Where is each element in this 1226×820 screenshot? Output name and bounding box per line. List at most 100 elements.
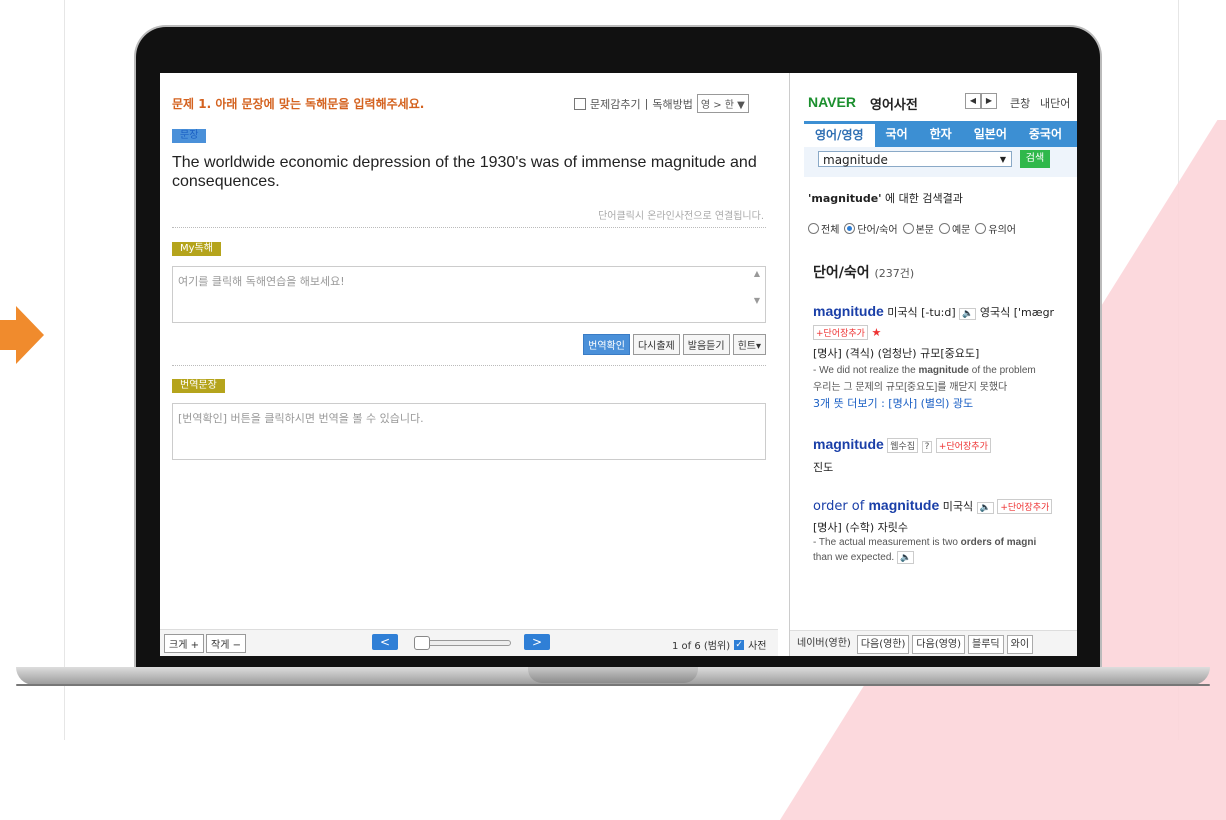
- bigger-button[interactable]: 크게 +: [164, 634, 204, 653]
- hint-button[interactable]: 힌트▾: [732, 334, 766, 355]
- filter-all[interactable]: 전체: [808, 221, 839, 236]
- smaller-button[interactable]: 작게 −: [206, 634, 246, 653]
- question-title: 문제 1. 아래 문장에 맞는 독해문을 입력해주세요.: [172, 97, 425, 111]
- dictionary-panel: NAVER 영어사전 ◀ ▶ 큰창 내단어 영어/영영 국어 한자 일본어 중국…: [789, 73, 1077, 656]
- method-label: 독해방법: [652, 97, 693, 111]
- entry-1-word[interactable]: magnitude: [813, 303, 884, 319]
- sentence-text[interactable]: The worldwide economic depression of the…: [172, 153, 772, 191]
- click-hint: 단어클릭시 온라인사전으로 연결됩니다.: [598, 211, 764, 222]
- tab-hanja[interactable]: 한자: [919, 121, 963, 147]
- naver-logo[interactable]: NAVER: [808, 94, 856, 110]
- star-icon[interactable]: ★: [871, 326, 881, 339]
- section-title: 단어/숙어 (237건): [813, 265, 915, 281]
- my-words-link[interactable]: 내단어: [1040, 95, 1070, 111]
- entry-3-header: order of magnitude 미국식 🔈 +단어장추가: [813, 497, 1053, 514]
- laptop-screen: 문제 1. 아래 문장에 맞는 독해문을 입력해주세요. 문제감추기 | 독해방…: [160, 73, 1077, 656]
- radio-icon: [938, 223, 950, 234]
- filter-synonyms[interactable]: 유의어: [975, 221, 1016, 236]
- entry-1-example-translation: 우리는 그 문제의 규모[중요도]를 깨닫지 못했다: [813, 382, 1008, 393]
- add-word-button[interactable]: +단어장추가: [997, 499, 1053, 514]
- forward-icon[interactable]: ▶: [981, 93, 997, 109]
- search-input[interactable]: magnitude ▼: [818, 151, 1012, 167]
- web-badge: 웹수집: [887, 438, 919, 453]
- radio-icon: [902, 223, 914, 234]
- method-select[interactable]: 영 > 한 ▼: [696, 94, 749, 113]
- listen-button[interactable]: 발음듣기: [682, 334, 730, 355]
- translation-placeholder: [번역확인] 버튼을 클릭하시면 번역을 볼 수 있습니다.: [178, 412, 424, 425]
- entry-1-more-link[interactable]: 3개 뜻 더보기 : [명사] (별의) 광도: [813, 395, 973, 411]
- translation-box: [번역확인] 버튼을 클릭하시면 번역을 볼 수 있습니다.: [172, 403, 766, 460]
- dictionary-tabs: 영어/영영 국어 한자 일본어 중국어: [804, 121, 1077, 147]
- entry-2-meaning: 진도: [813, 461, 834, 474]
- laptop-baseline: [16, 684, 1210, 686]
- hide-question-label: 문제감추기: [590, 97, 641, 111]
- big-window-link[interactable]: 큰창: [1010, 95, 1030, 111]
- laptop-notch: [528, 667, 698, 683]
- my-reading-input[interactable]: 여기를 클릭해 독해연습을 해보세요! ▲ ▼: [172, 266, 766, 323]
- chevron-down-icon[interactable]: ▼: [1000, 152, 1006, 168]
- entry-1-uk: 영국식 ['mægr: [976, 306, 1055, 319]
- back-icon[interactable]: ◀: [965, 93, 981, 109]
- page-info: 1 of 6 (범위) ✓ 사전: [672, 637, 767, 652]
- speaker-icon[interactable]: 🔈: [959, 308, 977, 320]
- result-suffix: 에 대한 검색결과: [881, 192, 963, 205]
- search-value: magnitude: [823, 153, 888, 167]
- radio-icon: [844, 223, 856, 234]
- reading-toolbar: 크게 + 작게 − < > 1 of 6 (범위) ✓ 사전: [160, 629, 778, 656]
- dict-label: 사전: [748, 641, 767, 652]
- action-buttons: 번역확인 다시출제 발음듣기 힌트▾: [583, 334, 766, 355]
- search-row: magnitude ▼ 검색: [804, 147, 1077, 177]
- dictionary-source-tabs: 네이버(영한) 다음(영한) 다음(영영) 블루딕 와이: [790, 630, 1077, 656]
- prev-button[interactable]: <: [372, 634, 398, 650]
- speaker-icon[interactable]: 🔈: [896, 551, 915, 564]
- progress-slider[interactable]: [414, 636, 511, 650]
- filter-words[interactable]: 단어/숙어: [844, 221, 898, 236]
- source-bluedic[interactable]: 블루딕: [968, 635, 1004, 654]
- entry-1-header: magnitude 미국식 [-tu:d] 🔈 영국식 ['mægr: [813, 303, 1054, 320]
- entry-3-word[interactable]: magnitude: [868, 497, 939, 513]
- my-reading-placeholder: 여기를 클릭해 독해연습을 해보세요!: [178, 275, 345, 288]
- next-button[interactable]: >: [524, 634, 550, 650]
- entry-1-tools: +단어장추가 ★: [813, 325, 881, 340]
- entry-3-example-cont: than we expected. 🔈: [813, 551, 915, 564]
- entry-1-us: 미국식 [-tu:d]: [883, 306, 956, 319]
- slider-knob[interactable]: [414, 636, 430, 650]
- separator: |: [644, 97, 649, 110]
- radio-icon: [808, 223, 819, 234]
- radio-icon: [975, 223, 987, 234]
- source-daum-ek[interactable]: 다음(영한): [856, 635, 910, 654]
- question-options: 문제감추기 | 독해방법 영 > 한 ▼: [574, 94, 749, 113]
- scrollbar[interactable]: ▲ ▼: [751, 269, 763, 320]
- sentence-tag: 문장: [172, 129, 207, 143]
- search-button[interactable]: 검색: [1020, 150, 1050, 168]
- reissue-button[interactable]: 다시출제: [632, 334, 680, 355]
- dict-checkbox[interactable]: ✓: [734, 639, 745, 650]
- hide-question-checkbox[interactable]: [574, 97, 586, 110]
- divider: [172, 227, 766, 228]
- tab-japanese[interactable]: 일본어: [963, 121, 1018, 147]
- add-word-button[interactable]: +단어장추가: [813, 325, 868, 340]
- source-naver[interactable]: 네이버(영한): [794, 635, 854, 652]
- tab-english[interactable]: 영어/영영: [804, 124, 875, 147]
- source-daum-ee[interactable]: 다음(영영): [912, 635, 966, 654]
- my-reading-tag: My독해: [172, 242, 221, 256]
- tab-korean[interactable]: 국어: [875, 121, 919, 147]
- result-term: 'magnitude': [808, 192, 882, 205]
- entry-2-word[interactable]: magnitude: [813, 436, 884, 452]
- filter-body[interactable]: 본문: [902, 221, 934, 236]
- entry-3-example: - The actual measurement is two orders o…: [813, 537, 1037, 548]
- result-heading: 'magnitude' 에 대한 검색결과: [808, 190, 963, 206]
- page-indicator: 1 of 6 (범위): [672, 641, 731, 652]
- reading-panel: 문제 1. 아래 문장에 맞는 독해문을 입력해주세요. 문제감추기 | 독해방…: [160, 73, 778, 656]
- entry-2-header: magnitude 웹수집 ? +단어장추가: [813, 436, 991, 453]
- filter-examples[interactable]: 예문: [938, 221, 970, 236]
- help-icon[interactable]: ?: [921, 441, 933, 453]
- entry-3-meaning: [명사] (수학) 자릿수: [813, 521, 909, 534]
- source-why[interactable]: 와이: [1006, 635, 1034, 654]
- check-translation-button[interactable]: 번역확인: [583, 334, 630, 355]
- speaker-icon[interactable]: 🔈: [976, 502, 994, 514]
- translation-tag: 번역문장: [172, 379, 225, 393]
- add-word-button[interactable]: +단어장추가: [935, 438, 991, 453]
- page-guide-left: [64, 0, 65, 740]
- tab-chinese[interactable]: 중국어: [1018, 121, 1073, 147]
